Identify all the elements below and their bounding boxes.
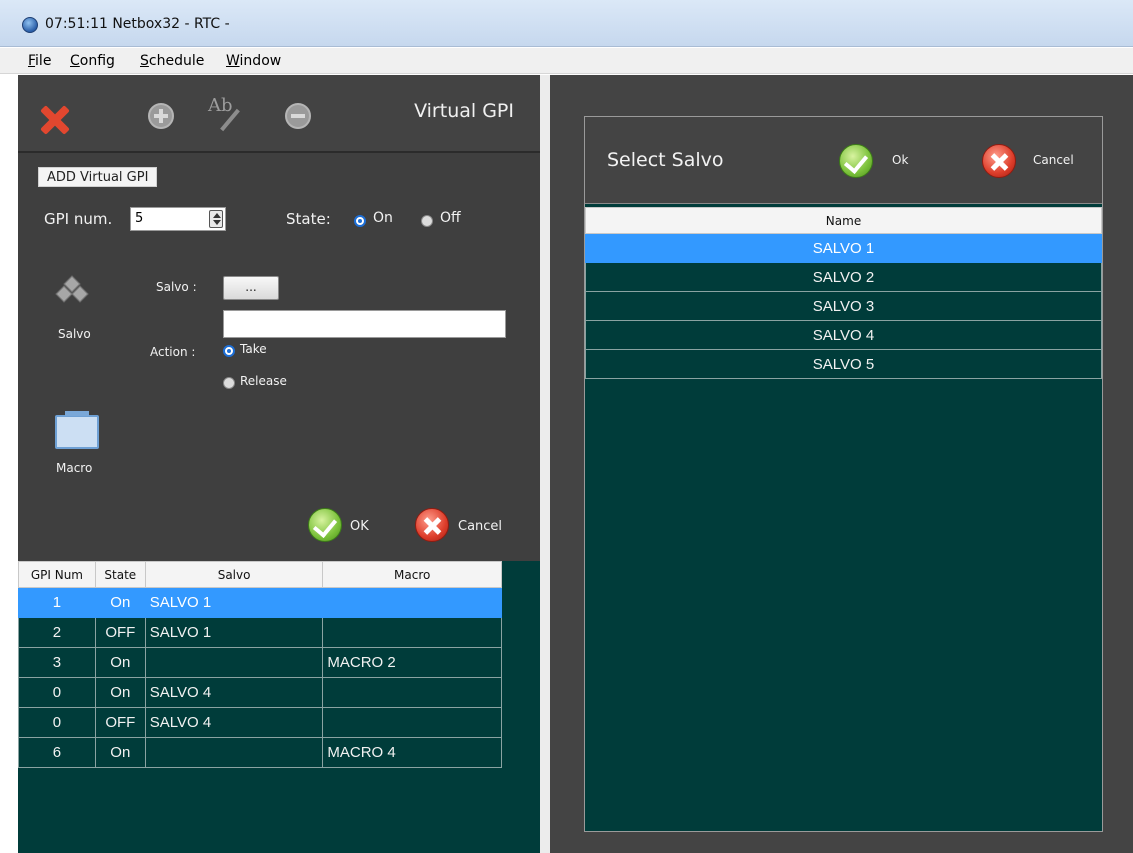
action-release-radio[interactable] [223,377,235,389]
action-take-label: Take [240,342,267,356]
virtual-gpi-panel: Ab Virtual GPI ADD Virtual GPI GPI num. … [18,75,540,853]
macro-icon-label: Macro [56,461,93,475]
dialog-ok-check-icon[interactable] [839,144,873,178]
gpi-num-value[interactable]: 5 [135,211,143,226]
cell-salvo [144,647,324,678]
state-label: State: [286,210,331,228]
panel-title: Virtual GPI [414,100,514,122]
cell-macro [322,677,502,708]
menu-schedule[interactable]: Schedule [140,53,204,69]
list-item[interactable]: SALVO 4 [585,320,1102,350]
window-title: 07:51:11 Netbox32 - RTC - [45,16,230,32]
col-header-state[interactable]: State [94,561,146,588]
gpi-num-spinbox[interactable]: 5 [130,207,226,231]
window-titlebar: 07:51:11 Netbox32 - RTC - [0,0,1133,47]
cell-state: On [94,647,146,678]
salvo-icon-label: Salvo [58,327,91,341]
table-row[interactable]: 0 OFF SALVO 4 [18,707,502,738]
menu-config[interactable]: Config [70,53,115,69]
cell-macro [322,707,502,738]
cell-gpi-num: 3 [18,647,96,678]
state-on-label: On [373,210,393,226]
list-item[interactable]: SALVO 1 [585,233,1102,263]
menu-window[interactable]: Window [226,53,281,69]
cell-macro: MACRO 2 [322,647,502,678]
cell-state: OFF [94,617,146,648]
table-row[interactable]: 0 On SALVO 4 [18,677,502,708]
gpi-table: GPI Num State Salvo Macro 1 On SALVO 1 2… [18,561,502,768]
table-row[interactable]: 3 On MACRO 2 [18,647,502,678]
action-take-radio[interactable] [223,345,235,357]
cell-salvo: SALVO 1 [144,617,324,648]
menu-file[interactable]: File [28,53,51,69]
action-label: Action : [150,345,196,359]
cell-salvo: SALVO 4 [144,677,324,708]
ok-check-icon[interactable] [308,508,342,542]
section-label: ADD Virtual GPI [38,167,158,187]
cell-salvo: SALVO 1 [144,587,324,618]
list-item[interactable]: SALVO 5 [585,349,1102,379]
cell-gpi-num: 0 [18,707,96,738]
app-globe-icon [22,17,38,33]
cell-gpi-num: 1 [18,587,96,618]
action-release-label: Release [240,374,287,388]
salvo-cubes-icon[interactable] [55,275,89,306]
macro-folder-icon[interactable] [55,411,99,449]
col-header-name[interactable]: Name [585,207,1102,234]
salvo-browse-button[interactable]: ... [223,276,279,300]
panel-splitter[interactable] [540,75,550,853]
table-row[interactable]: 2 OFF SALVO 1 [18,617,502,648]
salvo-list-table: Name SALVO 1 SALVO 2 SALVO 3 SALVO 4 SAL… [585,207,1102,379]
state-on-radio[interactable] [354,215,366,227]
ok-button-label[interactable]: OK [350,519,369,534]
cell-salvo [144,737,324,768]
dialog-header: Select Salvo Ok Cancel [585,117,1102,204]
cell-state: On [94,677,146,708]
state-off-radio[interactable] [421,215,433,227]
gpi-num-label: GPI num. [44,210,113,228]
dialog-cancel-x-icon[interactable] [982,144,1016,178]
salvo-name-cell: SALVO 1 [585,233,1102,263]
add-icon[interactable] [148,103,174,129]
salvo-name-cell: SALVO 4 [585,320,1102,350]
salvo-field-label: Salvo : [156,280,197,294]
cell-gpi-num: 6 [18,737,96,768]
menu-bar: File Config Schedule Window [0,48,1133,74]
cell-state: OFF [94,707,146,738]
dialog-cancel-label[interactable]: Cancel [1033,153,1074,167]
cell-macro [322,587,502,618]
close-icon[interactable] [38,103,70,135]
col-header-gpi-num[interactable]: GPI Num [18,561,96,588]
list-item[interactable]: SALVO 3 [585,291,1102,321]
col-header-macro[interactable]: Macro [322,561,502,588]
select-salvo-dialog: Select Salvo Ok Cancel Name SALVO 1 SALV… [584,116,1103,832]
cell-state: On [94,587,146,618]
dialog-title: Select Salvo [607,149,724,171]
cell-salvo: SALVO 4 [144,707,324,738]
table-row[interactable]: 6 On MACRO 4 [18,737,502,768]
dialog-ok-label[interactable]: Ok [892,153,908,167]
cell-gpi-num: 0 [18,677,96,708]
gpi-table-area: GPI Num State Salvo Macro 1 On SALVO 1 2… [18,561,540,853]
salvo-name-cell: SALVO 3 [585,291,1102,321]
col-header-salvo[interactable]: Salvo [144,561,324,588]
cell-macro [322,617,502,648]
salvo-name-cell: SALVO 5 [585,349,1102,379]
spin-arrows-icon[interactable] [209,210,223,228]
table-row[interactable]: 1 On SALVO 1 [18,587,502,618]
cell-macro: MACRO 4 [322,737,502,768]
state-off-label: Off [440,210,461,226]
remove-icon[interactable] [285,103,311,129]
cancel-button-label[interactable]: Cancel [458,519,502,534]
toolbar: Ab Virtual GPI [18,75,540,153]
cancel-x-icon[interactable] [415,508,449,542]
rename-icon[interactable]: Ab [208,95,248,129]
cell-gpi-num: 2 [18,617,96,648]
cell-state: On [94,737,146,768]
salvo-field[interactable] [223,310,506,338]
salvo-name-cell: SALVO 2 [585,262,1102,292]
list-item[interactable]: SALVO 2 [585,262,1102,292]
